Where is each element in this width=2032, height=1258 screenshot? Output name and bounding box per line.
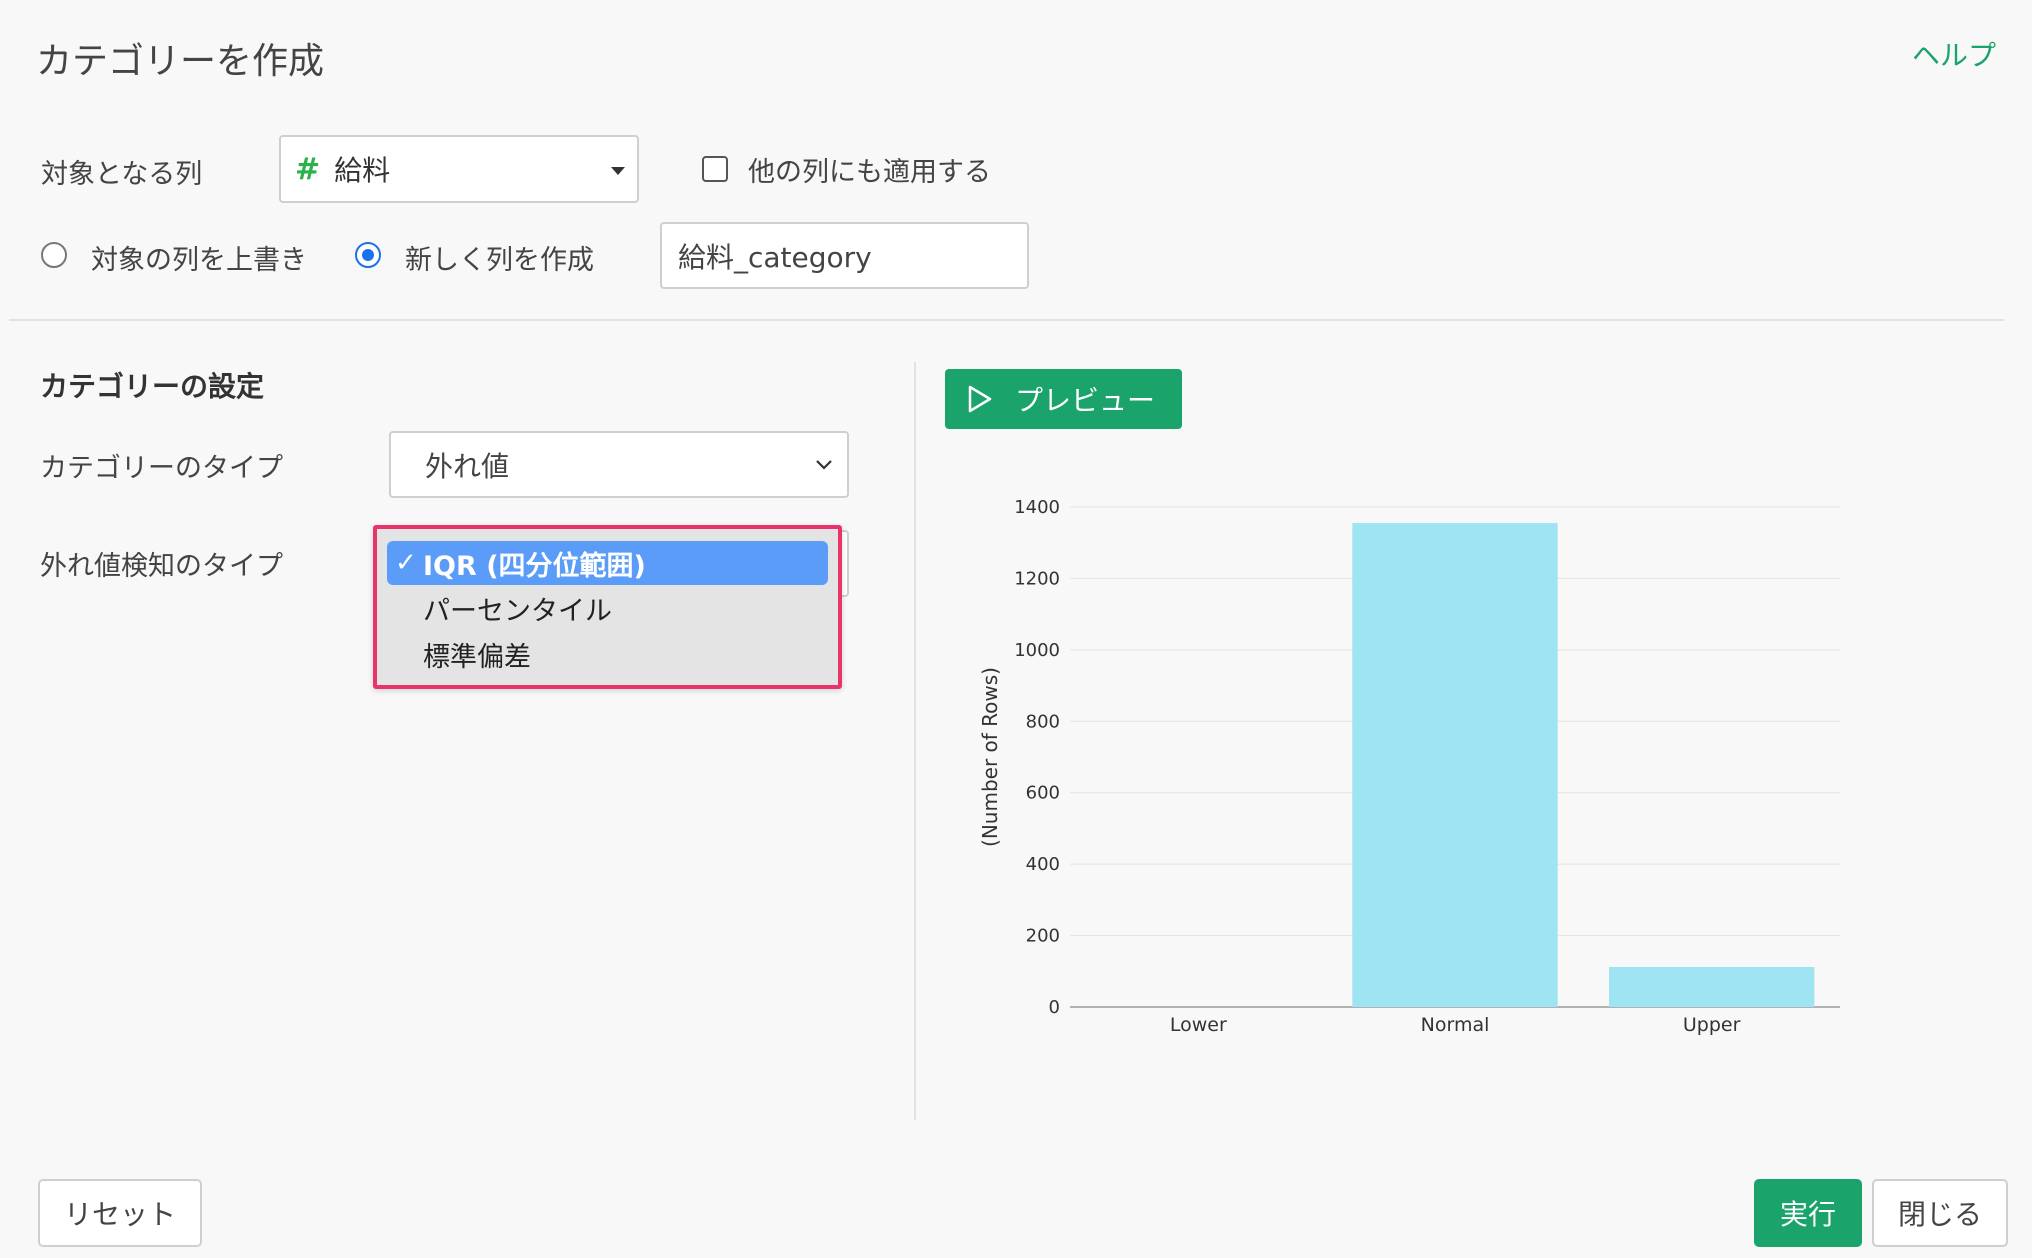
checkmark-icon: ✓ <box>395 548 417 578</box>
x-tick-label: Upper <box>1683 1014 1741 1036</box>
close-button[interactable]: 閉じる <box>1872 1179 2008 1247</box>
y-tick-label: 600 <box>1026 783 1060 804</box>
reset-button[interactable]: リセット <box>38 1179 202 1247</box>
y-tick-label: 0 <box>1049 997 1060 1018</box>
caret-down-icon <box>611 167 625 175</box>
apply-other-checkbox[interactable] <box>702 156 728 182</box>
preview-button[interactable]: プレビュー <box>945 369 1182 429</box>
y-axis-label: (Number of Rows) <box>978 667 1002 847</box>
dropdown-option-iqr[interactable]: ✓ IQR (四分位範囲) <box>387 541 828 585</box>
y-tick-label: 200 <box>1026 926 1060 947</box>
dialog-title: カテゴリーを作成 <box>36 41 325 82</box>
chevron-down-icon <box>816 460 832 470</box>
target-column-value: 給料 <box>334 154 391 187</box>
target-column-select[interactable]: # 給料 <box>279 135 639 203</box>
y-tick-label: 400 <box>1026 854 1060 875</box>
overwrite-radio[interactable] <box>41 242 67 268</box>
category-type-label: カテゴリーのタイプ <box>40 453 283 484</box>
target-column-label: 対象となる列 <box>41 159 203 190</box>
section-title: カテゴリーの設定 <box>40 370 265 403</box>
panel-divider <box>914 362 916 1120</box>
bar <box>1609 967 1815 1007</box>
divider <box>9 319 2004 321</box>
bar-chart: 0 200 400 600 800 1000 1200 1400 Lower Normal Uppe… <box>978 497 1840 1036</box>
y-tick-label: 1000 <box>1014 640 1060 661</box>
y-tick-label: 1200 <box>1014 568 1060 589</box>
play-icon <box>968 385 992 413</box>
category-type-value: 外れ値 <box>425 449 510 483</box>
category-type-select[interactable]: 外れ値 <box>389 431 849 498</box>
run-button[interactable]: 実行 <box>1754 1179 1862 1247</box>
hash-icon: # <box>295 151 321 187</box>
y-tick-label: 1400 <box>1014 497 1060 518</box>
new-column-label[interactable]: 新しく列を作成 <box>405 238 594 277</box>
new-column-radio[interactable] <box>355 242 381 268</box>
dropdown-option-percentile[interactable]: パーセンタイル <box>387 586 828 630</box>
x-tick-label: Lower <box>1170 1014 1227 1036</box>
x-tick-label: Normal <box>1421 1014 1490 1036</box>
overwrite-label[interactable]: 対象の列を上書き <box>91 238 307 277</box>
help-link[interactable]: ヘルプ <box>1912 34 1996 74</box>
new-column-name-input[interactable]: 給料_category <box>660 222 1029 289</box>
y-tick-label: 800 <box>1026 711 1060 732</box>
dropdown-option-stddev[interactable]: 標準偏差 <box>387 632 828 676</box>
outlier-type-dropdown: ✓ IQR (四分位範囲) パーセンタイル 標準偏差 <box>373 525 842 689</box>
bar <box>1352 523 1558 1007</box>
outlier-type-label: 外れ値検知のタイプ <box>40 551 283 582</box>
preview-label: プレビュー <box>1015 384 1156 417</box>
apply-other-label[interactable]: 他の列にも適用する <box>748 150 991 189</box>
